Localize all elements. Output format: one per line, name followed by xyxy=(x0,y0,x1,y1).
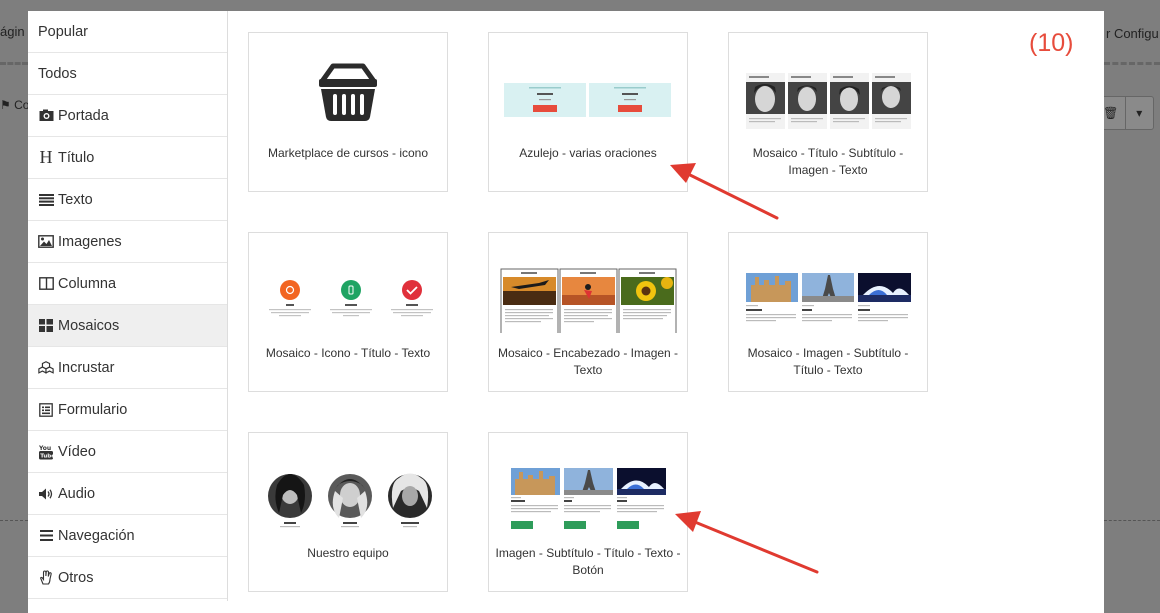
card-label: Azulejo - varias oraciones xyxy=(519,146,657,160)
sidebar-item-label: Columna xyxy=(58,275,117,292)
sidebar-item-label: Vídeo xyxy=(58,443,96,460)
sidebar-item-audio[interactable]: Audio xyxy=(28,473,227,515)
category-sidebar: Popular Todos Portada H Título Texto Ima… xyxy=(28,11,228,601)
hand-icon xyxy=(38,569,54,586)
block-card-team[interactable]: Nuestro equipo xyxy=(248,432,448,592)
block-card-city-button-mosaic[interactable]: Imagen - Subtítulo - Título - Texto - Bo… xyxy=(488,432,688,592)
block-card-icon-mosaic[interactable]: Mosaico - Icono - Título - Texto xyxy=(248,232,448,392)
card-label: Mosaico - Título - Subtítulo - Imagen - … xyxy=(752,146,904,177)
sidebar-item-incrustar[interactable]: Incrustar xyxy=(28,347,227,389)
card-preview xyxy=(729,233,927,333)
team-circles-preview xyxy=(268,473,432,528)
sidebar-item-label: Audio xyxy=(58,485,96,502)
card-label: Mosaico - Imagen - Subtítulo - Título - … xyxy=(747,346,909,377)
sidebar-item-otros[interactable]: Otros xyxy=(28,557,227,599)
block-card-tile-sentences[interactable]: Azulejo - varias oraciones xyxy=(488,32,688,192)
icon-mosaic-preview xyxy=(269,280,433,317)
sidebar-item-label: Título xyxy=(58,149,95,166)
sidebar-item-todos[interactable]: Todos xyxy=(28,53,227,95)
sidebar-item-columna[interactable]: Columna xyxy=(28,263,227,305)
basket-icon xyxy=(319,63,377,121)
block-card-city-mosaic[interactable]: Mosaico - Imagen - Subtítulo - Título - … xyxy=(728,232,928,392)
sidebar-item-video[interactable]: YouTube Vídeo xyxy=(28,431,227,473)
bars-icon xyxy=(38,528,54,544)
step-counter: (10) xyxy=(1029,29,1074,57)
background-button: ⚑ Co xyxy=(0,98,30,112)
block-card-header-image-mosaic[interactable]: Mosaico - Encabezado - Imagen - Texto xyxy=(488,232,688,392)
form-icon xyxy=(38,402,54,418)
columns-icon xyxy=(38,276,54,292)
city-button-mosaic-preview xyxy=(511,468,666,529)
tiles-icon xyxy=(38,318,54,334)
card-preview xyxy=(489,33,687,133)
sidebar-item-imagenes[interactable]: Imagenes xyxy=(28,221,227,263)
tile-sentences-preview xyxy=(504,83,671,117)
heading-icon: H xyxy=(39,147,53,167)
sidebar-item-label: Todos xyxy=(38,65,77,82)
background-button-group: 🗑 ▾ xyxy=(1096,96,1154,130)
caret-down-icon: ▾ xyxy=(1124,97,1154,129)
sidebar-item-label: Texto xyxy=(58,191,93,208)
background-page-label: ágin xyxy=(0,24,25,39)
card-preview xyxy=(489,233,687,333)
sidebar-item-texto[interactable]: Texto xyxy=(28,179,227,221)
card-label: Nuestro equipo xyxy=(307,546,389,560)
header-image-mosaic-preview xyxy=(500,268,677,333)
camera-icon xyxy=(38,108,54,124)
text-lines-icon xyxy=(38,192,54,208)
sidebar-item-label: Incrustar xyxy=(58,359,115,376)
sidebar-item-label: Otros xyxy=(58,569,94,586)
sidebar-item-label: Portada xyxy=(58,107,109,124)
sidebar-item-label: Navegación xyxy=(58,527,135,544)
card-preview xyxy=(489,433,687,533)
sidebar-item-label: Popular xyxy=(38,23,88,40)
background-divider xyxy=(1104,62,1160,65)
city-mosaic-preview xyxy=(746,273,911,322)
svg-text:Tube: Tube xyxy=(40,453,53,459)
sidebar-item-label: Mosaicos xyxy=(58,317,120,334)
background-divider xyxy=(0,62,28,65)
background-divider xyxy=(0,520,28,521)
cubes-icon xyxy=(38,360,54,376)
card-preview xyxy=(249,433,447,533)
block-card-marketplace-icon[interactable]: Marketplace de cursos - icono xyxy=(248,32,448,192)
sidebar-item-label: Imagenes xyxy=(58,233,122,250)
youtube-icon: YouTube xyxy=(38,444,54,460)
svg-text:You: You xyxy=(39,445,51,452)
background-config-label: r Configu xyxy=(1106,26,1159,41)
block-card-portrait-mosaic[interactable]: Mosaico - Título - Subtítulo - Imagen - … xyxy=(728,32,928,192)
background-divider xyxy=(1104,520,1160,521)
card-label: Imagen - Subtítulo - Título - Texto - Bo… xyxy=(495,546,681,577)
sidebar-item-label: Formulario xyxy=(58,401,128,418)
portrait-mosaic-preview xyxy=(746,73,911,129)
card-preview xyxy=(729,33,927,133)
card-label: Marketplace de cursos - icono xyxy=(267,146,429,160)
sidebar-item-navegacion[interactable]: Navegación xyxy=(28,515,227,557)
card-preview xyxy=(249,233,447,333)
card-label: Mosaico - Icono - Título - Texto xyxy=(265,346,431,360)
block-picker-modal: Popular Todos Portada H Título Texto Ima… xyxy=(28,11,1104,613)
card-label: Mosaico - Encabezado - Imagen - Texto xyxy=(497,346,679,377)
sidebar-item-popular[interactable]: Popular xyxy=(28,11,227,53)
sidebar-item-portada[interactable]: Portada xyxy=(28,95,227,137)
sidebar-item-mosaicos[interactable]: Mosaicos xyxy=(28,305,227,347)
card-preview xyxy=(249,33,447,133)
volume-icon xyxy=(38,486,54,502)
sidebar-item-formulario[interactable]: Formulario xyxy=(28,389,227,431)
sidebar-item-titulo[interactable]: H Título xyxy=(28,137,227,179)
image-icon xyxy=(38,234,54,250)
